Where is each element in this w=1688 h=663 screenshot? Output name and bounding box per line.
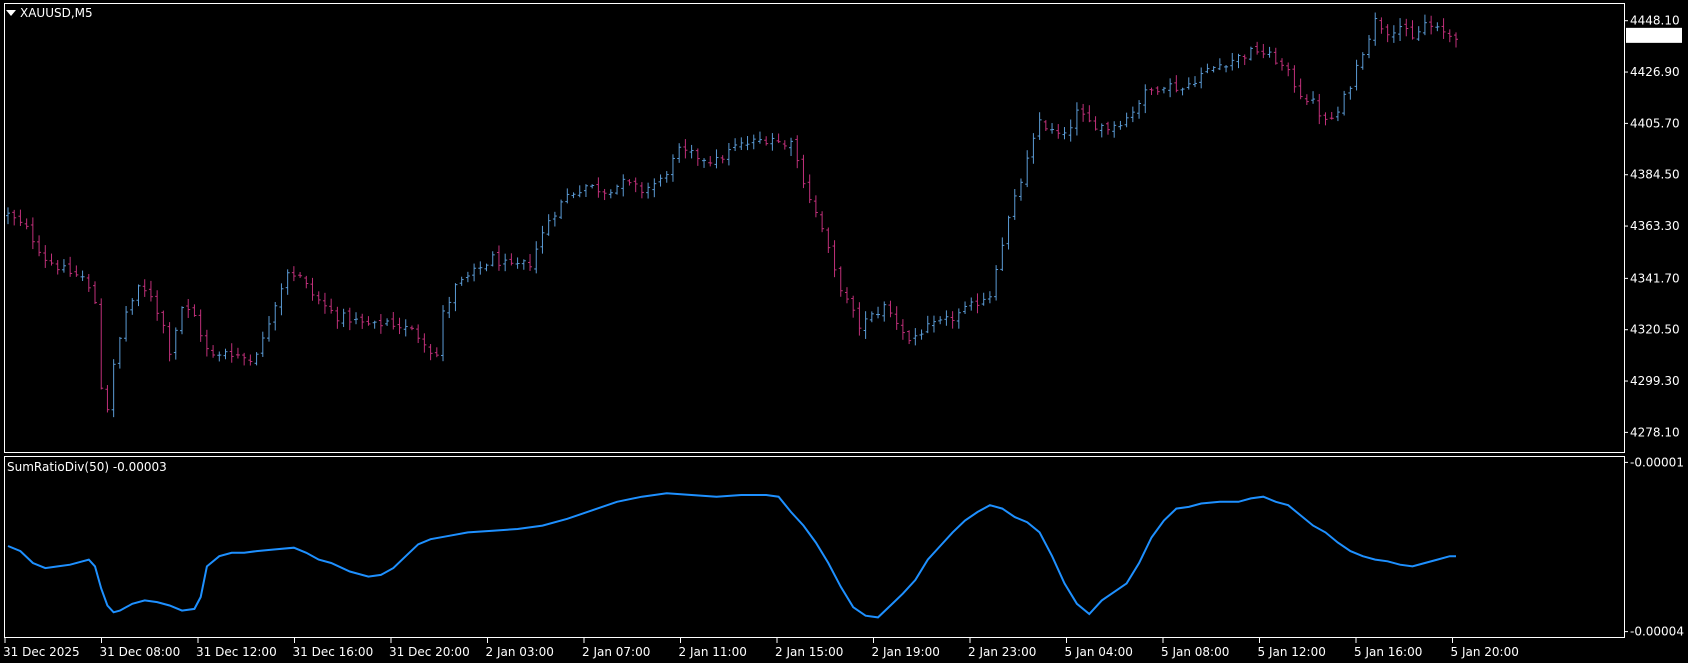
price-tick-label: 4426.90	[1630, 65, 1680, 79]
time-tick-label: 2 Jan 03:00	[486, 645, 554, 659]
price-tick-label: 4341.70	[1630, 271, 1680, 285]
indicator-axis: -0.00001 -0.00004	[1624, 455, 1684, 639]
time-tick-label: 2 Jan 11:00	[679, 645, 747, 659]
time-tick-label: 31 Dec 08:00	[100, 645, 181, 659]
current-price-label: 4442.26	[1629, 28, 1679, 42]
time-tick-label: 5 Jan 12:00	[1258, 645, 1326, 659]
price-axis[interactable]: 4448.10 4426.90 4405.70 4384.50 4363.30 4341.…	[1624, 14, 1680, 440]
time-tick-label: 5 Jan 08:00	[1161, 645, 1229, 659]
time-axis[interactable]: 31 Dec 2025 31 Dec 08:00 31 Dec 12:00 31 De…	[3, 638, 1519, 659]
time-tick-label: 2 Jan 19:00	[872, 645, 940, 659]
price-tick-label: 4448.10	[1630, 14, 1680, 28]
trading-chart[interactable]: 4448.10 4426.90 4405.70 4384.50 4363.30 4341.…	[0, 0, 1688, 663]
price-tick-label: 4384.50	[1630, 168, 1680, 182]
price-panel[interactable]: 4448.10 4426.90 4405.70 4384.50 4363.30 4341.…	[4, 3, 1683, 453]
indicator-label: SumRatioDiv(50) -0.00003	[7, 460, 167, 474]
time-tick-label: 2 Jan 15:00	[775, 645, 843, 659]
price-tick-label: 4299.30	[1630, 374, 1680, 388]
time-tick-label: 5 Jan 20:00	[1451, 645, 1519, 659]
price-tick-label: 4405.70	[1630, 116, 1680, 130]
indicator-panel[interactable]: -0.00001 -0.00004 SumRatioDiv(50) -0.0000…	[4, 455, 1684, 639]
time-tick-label: 5 Jan 16:00	[1354, 645, 1422, 659]
indicator-panel-frame	[4, 456, 1625, 638]
indicator-tick-label: -0.00004	[1630, 625, 1684, 639]
price-panel-frame	[4, 3, 1625, 453]
time-tick-label: 31 Dec 20:00	[389, 645, 470, 659]
time-tick-label: 31 Dec 12:00	[196, 645, 277, 659]
price-tick-label: 4363.30	[1630, 219, 1680, 233]
time-tick-label: 5 Jan 04:00	[1065, 645, 1133, 659]
indicator-tick-label: -0.00001	[1630, 455, 1684, 469]
current-price-marker: 4442.26	[1626, 27, 1682, 43]
time-tick-label: 31 Dec 16:00	[293, 645, 374, 659]
price-tick-label: 4278.10	[1630, 425, 1680, 439]
price-tick-label: 4320.50	[1630, 323, 1680, 337]
symbol-label: XAUUSD,M5	[20, 6, 93, 20]
time-tick-label: 2 Jan 23:00	[968, 645, 1036, 659]
time-tick-label: 2 Jan 07:00	[582, 645, 650, 659]
time-tick-label: 31 Dec 2025	[3, 645, 80, 659]
